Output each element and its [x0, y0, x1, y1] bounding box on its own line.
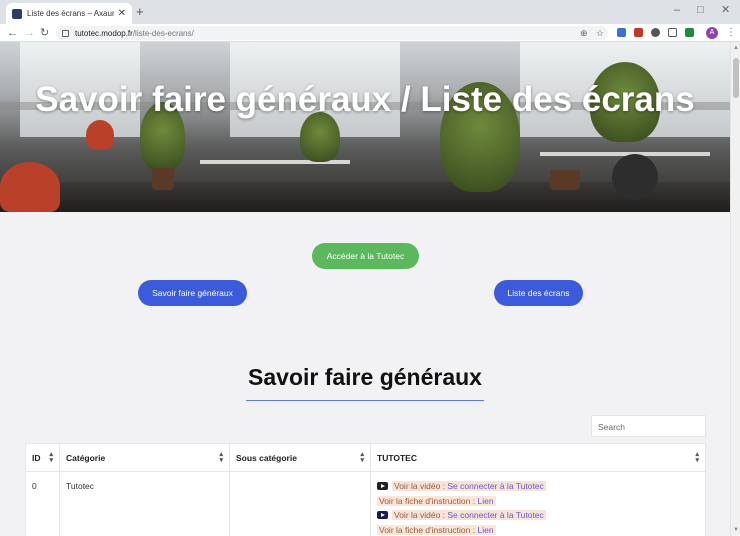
column-header-tutotec[interactable]: TUTOTEC ▴ ▾	[371, 444, 705, 472]
video-link[interactable]: Se connecter à la Tutotec	[447, 510, 543, 520]
hero-pot	[550, 170, 580, 190]
forward-icon[interactable]: →	[24, 26, 35, 40]
youtube-play-icon	[377, 511, 388, 520]
page-viewport: Savoir faire généraux / Liste des écrans…	[0, 42, 730, 536]
hero-chair	[0, 162, 60, 212]
hero-ball	[612, 154, 658, 200]
youtube-play-icon	[377, 482, 388, 491]
zoom-icon[interactable]: ⊕	[580, 27, 588, 39]
sort-icon[interactable]: ▴ ▾	[695, 451, 699, 464]
sort-icon[interactable]: ▴ ▾	[219, 451, 223, 464]
hero-pot	[152, 168, 174, 190]
extension-circle-icon[interactable]	[651, 28, 660, 37]
video-link[interactable]: Se connecter à la Tutotec	[447, 481, 543, 491]
cell-sous-categorie	[230, 472, 371, 536]
lock-icon	[62, 29, 69, 37]
tab-title: Liste des écrans – Axaune Fidelity	[27, 9, 114, 18]
profile-avatar[interactable]: A	[706, 27, 718, 39]
column-header-categorie[interactable]: Catégorie ▴ ▾	[60, 444, 230, 472]
new-tab-icon[interactable]: +	[136, 5, 144, 19]
cell-tutotec: Voir la vidéo : Se connecter à la Tutote…	[371, 472, 705, 536]
section-title: Savoir faire généraux	[248, 364, 482, 390]
browser-tab-bar: Liste des écrans – Axaune Fidelity ✕ + –…	[0, 0, 740, 24]
fiche-link-row[interactable]: Voir la fiche d'instruction : Lien	[377, 523, 699, 536]
column-header-sous-categorie[interactable]: Sous catégorie ▴ ▾	[230, 444, 371, 472]
page-title: Savoir faire généraux / Liste des écrans	[35, 80, 695, 119]
extension-shield-icon[interactable]	[685, 28, 694, 37]
fiche-link[interactable]: Lien	[477, 496, 493, 506]
url-field[interactable]: tutotec.modop.fr/liste-des-ecrans/ ⊕ ☆	[56, 26, 608, 40]
back-icon[interactable]: ←	[7, 26, 18, 40]
savoir-faire-button[interactable]: Savoir faire généraux	[138, 280, 247, 306]
browser-tab[interactable]: Liste des écrans – Axaune Fidelity ✕	[6, 3, 132, 24]
star-icon[interactable]: ☆	[596, 27, 604, 39]
cell-id: 0	[26, 472, 60, 536]
close-window-icon[interactable]: ✕	[721, 4, 730, 16]
extension-monitor-icon[interactable]	[617, 28, 626, 37]
section-divider	[246, 400, 484, 401]
scroll-down-icon[interactable]: ▼	[733, 527, 739, 533]
search-input[interactable]: Search	[591, 415, 706, 437]
hero-chair	[86, 120, 114, 150]
fiche-link[interactable]: Lien	[477, 525, 493, 535]
video-link-row[interactable]: Voir la vidéo : Se connecter à la Tutote…	[377, 508, 699, 523]
extension-pdf-icon[interactable]	[634, 28, 643, 37]
site-favicon-icon	[12, 8, 22, 19]
hero-banner: Savoir faire généraux / Liste des écrans	[0, 42, 730, 212]
maximize-icon[interactable]: □	[697, 4, 704, 16]
reload-icon[interactable]: ↻	[40, 26, 49, 40]
sort-icon[interactable]: ▴ ▾	[49, 451, 53, 464]
video-link-row[interactable]: Voir la vidéo : Se connecter à la Tutote…	[377, 479, 699, 494]
data-table: ID ▴ ▾ Catégorie ▴ ▾ Sous catégorie ▴ ▾ TUTOTE…	[25, 443, 706, 536]
column-header-id[interactable]: ID ▴ ▾	[26, 444, 60, 472]
tab-close-icon[interactable]: ✕	[118, 8, 126, 19]
tutotec-button[interactable]: Accéder à la Tutotec	[312, 243, 419, 269]
scroll-up-icon[interactable]: ▲	[733, 45, 739, 51]
page-scrollbar[interactable]: ▲ ▼	[730, 42, 740, 536]
cell-categorie: Tutotec	[60, 472, 230, 536]
url-text: tutotec.modop.fr/liste-des-ecrans/	[75, 28, 194, 38]
liste-ecrans-button[interactable]: Liste des écrans	[494, 280, 583, 306]
menu-icon[interactable]: ⋮	[726, 26, 736, 40]
sort-icon[interactable]: ▴ ▾	[360, 451, 364, 464]
minimize-icon[interactable]: –	[674, 4, 680, 16]
scrollbar-thumb[interactable]	[733, 58, 739, 98]
address-bar-row: ← → ↻ tutotec.modop.fr/liste-des-ecrans/…	[0, 24, 740, 42]
extension-screen-icon[interactable]	[668, 28, 677, 37]
fiche-link-row[interactable]: Voir la fiche d'instruction : Lien	[377, 494, 699, 509]
